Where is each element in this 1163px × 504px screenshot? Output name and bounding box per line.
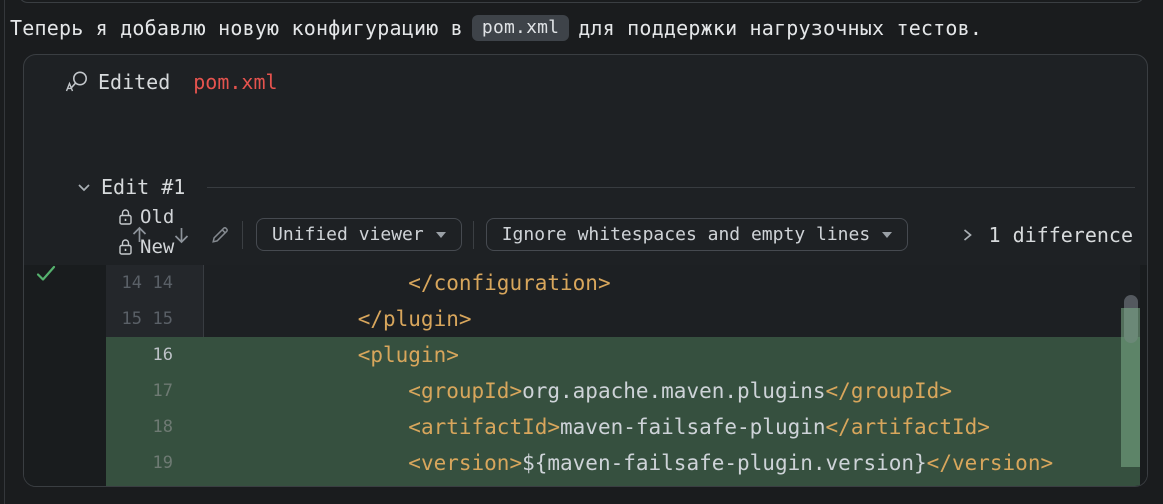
diff-row: 16 <plugin> — [24, 337, 1147, 373]
diff-code-line: <version>${maven-failsafe-plugin.version… — [204, 445, 1140, 481]
difference-counter: 1 difference — [961, 216, 1134, 253]
diff-code-line: <groupId>org.apache.maven.plugins</group… — [204, 373, 1140, 409]
new-line-number: 19 — [145, 453, 173, 473]
old-column-label-row: Old — [118, 205, 174, 229]
panel-header: Edited pom.xml — [64, 68, 278, 96]
diff-gutter: 19 — [106, 445, 204, 481]
xml-tag-token: </artifactId> — [826, 415, 990, 439]
diff-row-right-margin — [1140, 445, 1147, 481]
diff-rows-container: 1414 </configuration>1515 </plugin>16 <p… — [24, 265, 1147, 486]
diff-row-right-margin — [1140, 481, 1147, 486]
edit-section-title[interactable]: Edit #1 — [101, 175, 185, 199]
diff-gutter: 1515 — [106, 301, 204, 337]
edit-diff-panel: Edited pom.xml Edit #1 — [23, 54, 1148, 487]
section-divider-line — [207, 187, 1135, 188]
new-line-number: 16 — [145, 345, 173, 365]
new-line-number: 15 — [145, 309, 173, 329]
code-indent — [206, 271, 408, 295]
diff-row-margin — [24, 445, 106, 481]
diff-row: 19 <version>${maven-failsafe-plugin.vers… — [24, 445, 1147, 481]
dropdown-arrow-icon — [436, 232, 446, 238]
old-line-number: 15 — [106, 309, 142, 329]
diff-row: 1414 </configuration> — [24, 265, 1147, 301]
chevron-right-icon[interactable] — [961, 227, 974, 243]
diff-row-right-margin — [1140, 409, 1147, 445]
diff-row-margin — [24, 337, 106, 373]
viewer-mode-dropdown[interactable]: Unified viewer — [256, 218, 462, 251]
diff-row-margin — [24, 301, 106, 337]
diff-row: 17 <groupId>org.apache.maven.plugins</gr… — [24, 373, 1147, 409]
diff-code-line — [204, 481, 1140, 486]
xml-tag-token: <version> — [408, 451, 522, 475]
difference-counter-label: 1 difference — [989, 223, 1134, 247]
toolbar-divider — [242, 221, 243, 249]
new-column-label-row: New — [118, 235, 174, 259]
diff-code-line: </configuration> — [204, 265, 1140, 301]
checkmark-icon — [34, 261, 58, 285]
whitespace-mode-dropdown[interactable]: Ignore whitespaces and empty lines — [486, 218, 908, 251]
edited-label: Edited — [98, 70, 170, 94]
edited-file-name[interactable]: pom.xml — [193, 70, 277, 94]
dropdown-arrow-icon — [882, 232, 892, 238]
window-edge-line — [4, 0, 5, 504]
lock-icon[interactable] — [118, 208, 133, 226]
diff-row-right-margin — [1140, 265, 1147, 301]
new-line-number: 17 — [145, 381, 173, 401]
code-indent — [206, 307, 358, 331]
whitespace-mode-value: Ignore whitespaces and empty lines — [502, 224, 870, 245]
diff-gutter: 16 — [106, 337, 204, 373]
assistant-message-text-after: для поддержки нагрузочных тестов. — [578, 16, 982, 40]
diff-row-margin — [24, 409, 106, 445]
code-indent — [206, 415, 408, 439]
toolbar-divider — [473, 221, 474, 249]
inline-code-chip: pom.xml — [472, 15, 569, 41]
diff-code-line: <plugin> — [204, 337, 1140, 373]
xml-value-token: maven-failsafe-plugin — [560, 415, 826, 439]
diff-gutter: 17 — [106, 373, 204, 409]
xml-value-token: ${maven-failsafe-plugin.version} — [522, 451, 927, 475]
xml-tag-token: </groupId> — [826, 379, 952, 403]
diff-row-right-margin — [1140, 337, 1147, 373]
new-line-number: 14 — [145, 273, 173, 293]
diff-row-partial — [24, 481, 1147, 486]
diff-gutter — [106, 481, 204, 486]
scrollbar-added-marker — [1121, 308, 1140, 467]
diff-row-right-margin — [1140, 373, 1147, 409]
new-line-number: 18 — [145, 417, 173, 437]
lock-icon[interactable] — [118, 238, 133, 256]
assistant-message-text-before: Теперь я добавлю новую конфигурацию в — [10, 16, 463, 40]
xml-tag-token: <artifactId> — [408, 415, 560, 439]
xml-tag-token: </version> — [927, 451, 1053, 475]
code-indent — [206, 451, 408, 475]
edit-section-header: Edit #1 — [76, 173, 1135, 201]
xml-tag-token: <groupId> — [408, 379, 522, 403]
viewer-mode-value: Unified viewer — [272, 224, 424, 245]
old-column-label: Old — [140, 206, 174, 228]
code-indent — [206, 343, 358, 367]
xml-tag-token: </plugin> — [358, 307, 472, 331]
diff-viewer: 1414 </configuration>1515 </plugin>16 <p… — [24, 265, 1147, 487]
new-column-label: New — [140, 236, 174, 258]
previous-panel-bottom-edge — [18, 0, 1145, 3]
diff-code-line: <artifactId>maven-failsafe-plugin</artif… — [204, 409, 1140, 445]
xml-tag-token: </configuration> — [408, 271, 610, 295]
diff-code-line: </plugin> — [204, 301, 1140, 337]
xml-tag-token: <plugin> — [358, 343, 459, 367]
diff-row-right-margin — [1140, 301, 1147, 337]
xml-value-token: org.apache.maven.plugins — [522, 379, 825, 403]
diff-row-margin — [24, 481, 106, 486]
edited-file-icon — [64, 69, 90, 95]
diff-toolbar: Unified viewer Ignore whitespaces and em… — [24, 216, 1147, 253]
pencil-icon[interactable] — [209, 222, 231, 248]
diff-row: 1515 </plugin> — [24, 301, 1147, 337]
diff-gutter: 18 — [106, 409, 204, 445]
assistant-message: Теперь я добавлю новую конфигурацию в po… — [10, 15, 982, 41]
diff-row-margin — [24, 373, 106, 409]
old-line-number: 14 — [106, 273, 142, 293]
diff-gutter: 1414 — [106, 265, 204, 301]
diff-row: 18 <artifactId>maven-failsafe-plugin</ar… — [24, 409, 1147, 445]
chevron-down-icon[interactable] — [76, 179, 92, 195]
code-indent — [206, 379, 408, 403]
